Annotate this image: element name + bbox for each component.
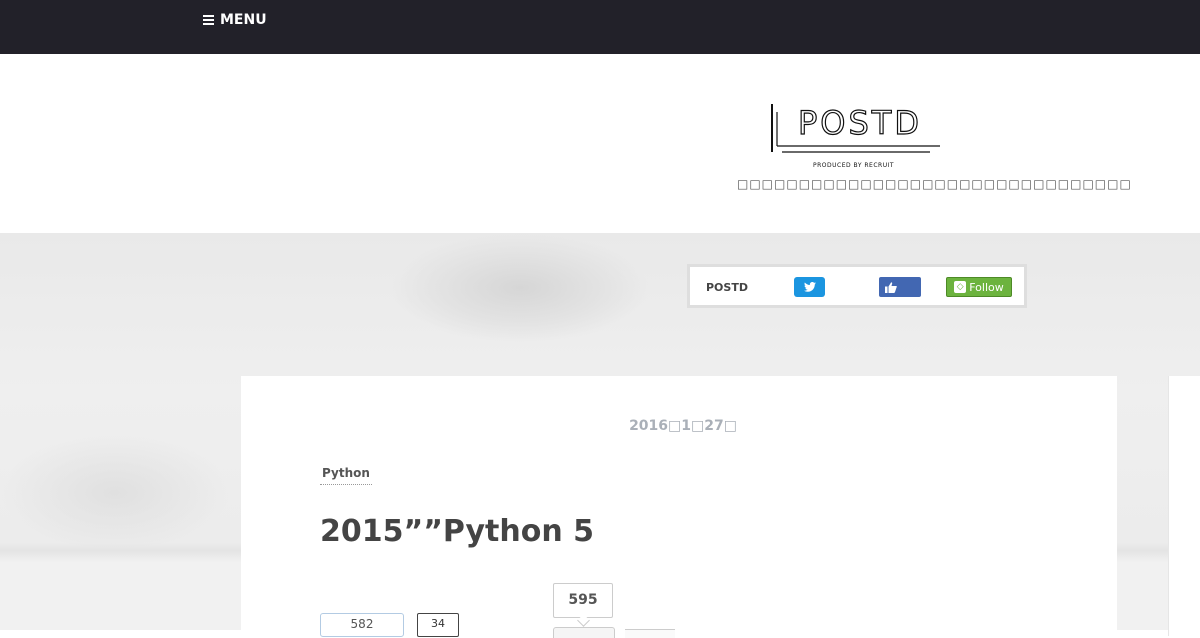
follow-label: Follow — [969, 280, 1004, 294]
thumbs-up-icon — [885, 281, 897, 293]
facebook-like-button[interactable] — [879, 277, 921, 297]
top-nav-bar: MENU — [0, 0, 1200, 54]
share-button-2[interactable] — [625, 629, 675, 638]
article-card: 2016□1□27□ Python 2015””Python 5 582 34 … — [241, 376, 1117, 638]
svg-text:PRODUCED BY RECRUIT: PRODUCED BY RECRUIT — [813, 162, 894, 169]
menu-button[interactable]: MENU — [203, 12, 267, 28]
hero-blur-shape — [390, 233, 650, 343]
site-tagline: □□□□□□□□□□□□□□□□□□□□□□□□□□□□□□□□ — [737, 177, 1132, 191]
share-button[interactable] — [553, 627, 615, 638]
category-link[interactable]: Python — [320, 465, 372, 485]
article-title: 2015””Python 5 — [320, 514, 595, 549]
hatena-bookmark-count[interactable]: 582 — [320, 613, 404, 637]
twitter-icon — [803, 282, 816, 292]
social-label: POSTD — [706, 281, 748, 294]
menu-label: MENU — [220, 12, 267, 28]
site-logo[interactable]: POSTD PRODUCED BY RECRUIT — [768, 102, 948, 172]
feedly-follow-button[interactable]: ◇ Follow — [946, 277, 1012, 297]
pocket-count[interactable]: 34 — [417, 613, 459, 637]
feedly-icon: ◇ — [954, 281, 967, 293]
site-header: POSTD PRODUCED BY RECRUIT □□□□□□□□□□□□□□… — [0, 54, 1200, 233]
hamburger-icon — [203, 15, 214, 25]
svg-text:POSTD: POSTD — [798, 104, 922, 142]
article-date: 2016□1□27□ — [629, 418, 737, 434]
social-follow-box: POSTD ◇ Follow — [687, 264, 1027, 308]
sidebar-card — [1168, 376, 1200, 636]
hero-blur-shape-2 — [0, 433, 230, 553]
twitter-follow-button[interactable] — [794, 277, 825, 297]
